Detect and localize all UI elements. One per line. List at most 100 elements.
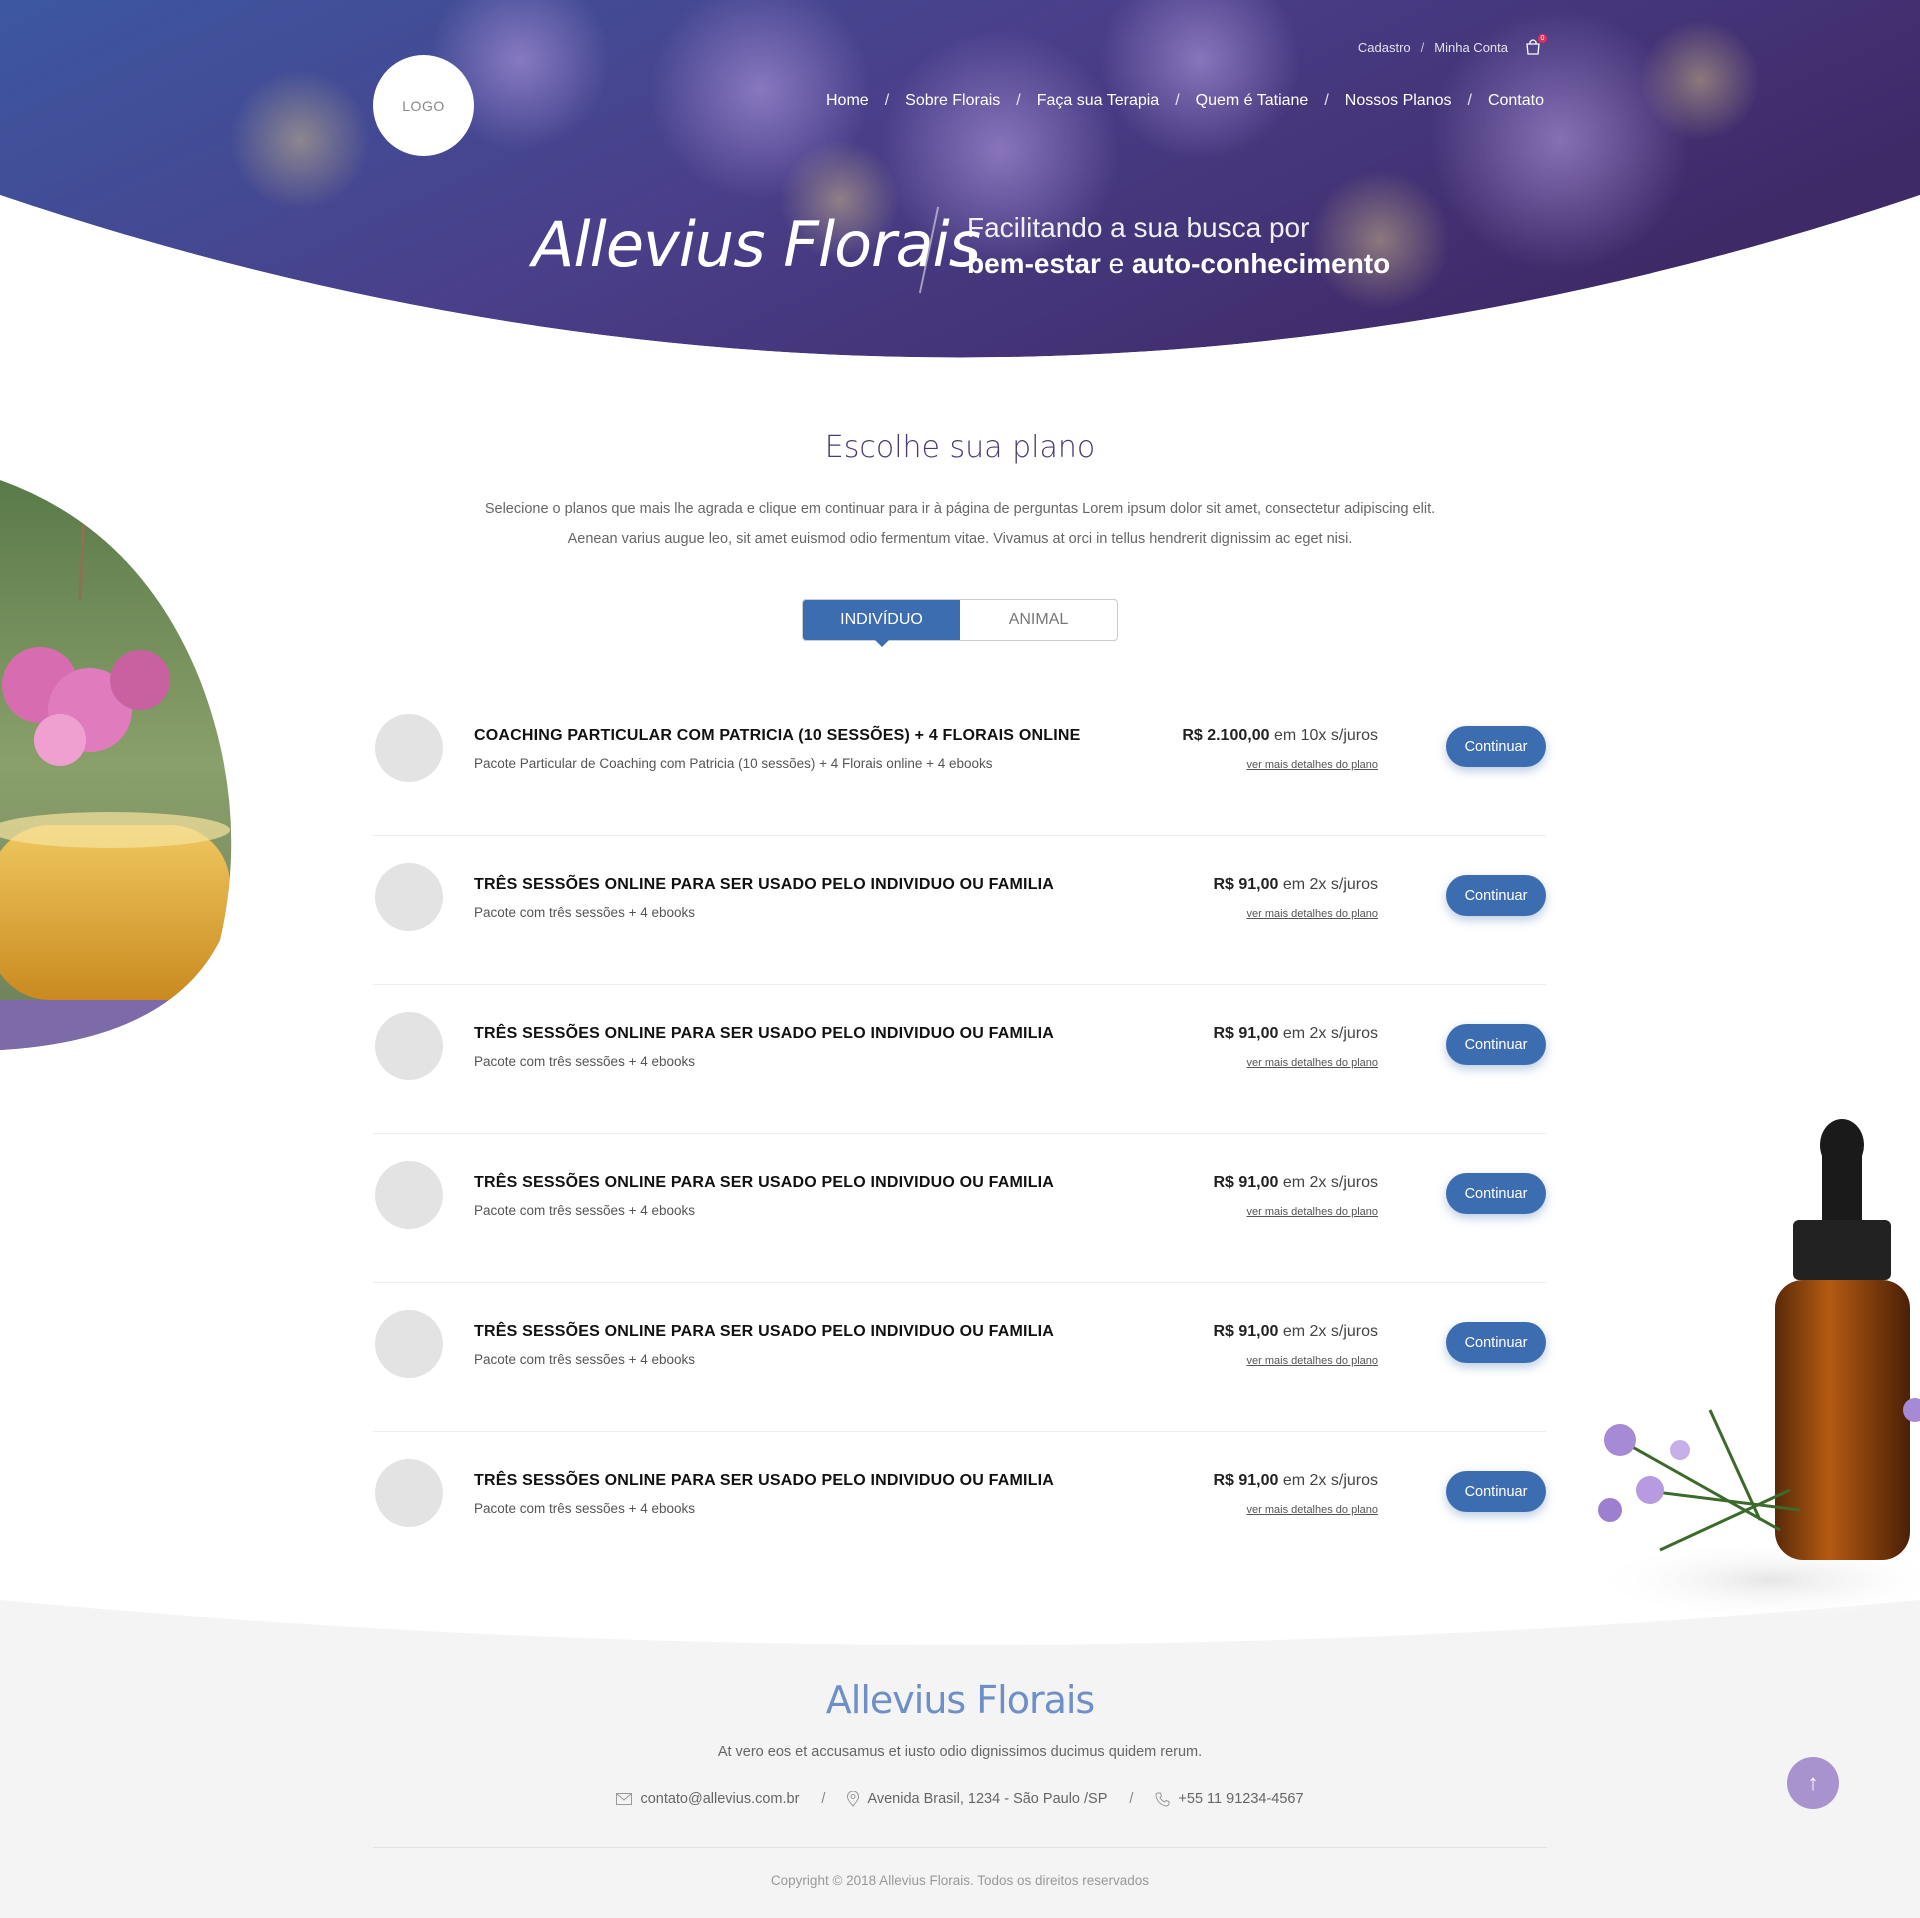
footer-phone[interactable]: +55 11 91234-4567 xyxy=(1155,1791,1304,1807)
separator: / xyxy=(1420,39,1425,55)
plan-price: R$ 91,00 em 2x s/juros xyxy=(1213,1174,1378,1192)
tagline-and: e xyxy=(1108,248,1125,279)
nav-separator: / xyxy=(1016,92,1021,109)
plan-price-terms: em 2x s/juros xyxy=(1282,1025,1378,1042)
essential-oil-bottle-image xyxy=(1590,1119,1920,1620)
plan-details-link[interactable]: ver mais detalhes do plano xyxy=(1247,1057,1378,1069)
plan-name: COACHING PARTICULAR COM PATRICIA (10 SES… xyxy=(474,727,1081,744)
nav-nossos-planos[interactable]: Nossos Planos xyxy=(1345,92,1452,110)
hero-background xyxy=(0,0,1920,372)
plan-name: TRÊS SESSÕES ONLINE PARA SER USADO PELO … xyxy=(474,876,1055,893)
plan-description: Pacote com três sessões + 4 ebooks xyxy=(474,1352,695,1367)
nav-contato[interactable]: Contato xyxy=(1488,92,1544,110)
hero-banner: LOGO Cadastro / Minha Conta 0 Home / Sob… xyxy=(0,0,1920,372)
back-to-top-button[interactable]: ↑ xyxy=(1787,1757,1839,1809)
plan-avatar xyxy=(375,1161,443,1229)
continue-button[interactable]: Continuar xyxy=(1446,1024,1546,1065)
tagline-bold1: bem-estar xyxy=(967,248,1101,279)
plan-price-terms: em 2x s/juros xyxy=(1282,876,1378,893)
hero-title: Allevius Florais xyxy=(532,208,981,281)
top-links: Cadastro / Minha Conta 0 xyxy=(1358,34,1547,56)
plan-details-link[interactable]: ver mais detalhes do plano xyxy=(1247,1504,1378,1516)
plan-price-value: R$ 91,00 xyxy=(1213,876,1279,893)
plan-row: TRÊS SESSÕES ONLINE PARA SER USADO PELO … xyxy=(373,1134,1546,1283)
plan-price-terms: em 2x s/juros xyxy=(1282,1323,1378,1340)
plan-description: Pacote com três sessões + 4 ebooks xyxy=(474,905,695,920)
footer-email[interactable]: contato@allevius.com.br xyxy=(616,1791,799,1807)
footer-address-text: Avenida Brasil, 1234 - São Paulo /SP xyxy=(867,1791,1108,1807)
footer-brand: Allevius Florais xyxy=(825,1678,1095,1722)
plan-name: TRÊS SESSÕES ONLINE PARA SER USADO PELO … xyxy=(474,1174,1055,1191)
plan-avatar xyxy=(375,714,443,782)
plan-price-value: R$ 91,00 xyxy=(1213,1472,1279,1489)
tagline-line1: Facilitando a sua busca por xyxy=(967,212,1310,243)
plan-name: TRÊS SESSÕES ONLINE PARA SER USADO PELO … xyxy=(474,1025,1055,1042)
plan-row: TRÊS SESSÕES ONLINE PARA SER USADO PELO … xyxy=(373,1283,1546,1432)
section-title: Escolhe sua plano xyxy=(824,430,1096,465)
continue-button[interactable]: Continuar xyxy=(1446,1173,1546,1214)
nav-faca-sua-terapia[interactable]: Faça sua Terapia xyxy=(1037,92,1159,110)
plan-price: R$ 91,00 em 2x s/juros xyxy=(1213,1472,1378,1490)
location-icon xyxy=(847,1791,860,1807)
plan-price-value: R$ 91,00 xyxy=(1213,1323,1279,1340)
plan-price-terms: em 2x s/juros xyxy=(1282,1174,1378,1191)
nav-separator: / xyxy=(1467,92,1472,109)
plan-name: TRÊS SESSÕES ONLINE PARA SER USADO PELO … xyxy=(474,1472,1055,1489)
plan-details-link[interactable]: ver mais detalhes do plano xyxy=(1247,1206,1378,1218)
footer-phone-text: +55 11 91234-4567 xyxy=(1178,1791,1304,1807)
plan-price: R$ 91,00 em 2x s/juros xyxy=(1213,876,1378,894)
plan-type-tabs: INDIVÍDUO ANIMAL xyxy=(802,599,1118,647)
nav-home[interactable]: Home xyxy=(826,92,869,110)
plan-row: TRÊS SESSÕES ONLINE PARA SER USADO PELO … xyxy=(373,1432,1546,1581)
plan-price-value: R$ 91,00 xyxy=(1213,1025,1279,1042)
logo[interactable]: LOGO xyxy=(373,55,474,156)
plan-description: Pacote com três sessões + 4 ebooks xyxy=(474,1501,695,1516)
nav-separator: / xyxy=(1324,92,1329,109)
continue-button[interactable]: Continuar xyxy=(1446,875,1546,916)
plan-name: TRÊS SESSÕES ONLINE PARA SER USADO PELO … xyxy=(474,1323,1055,1340)
tagline-line2: bem-estar e auto-conhecimento xyxy=(967,246,1390,282)
continue-button[interactable]: Continuar xyxy=(1446,726,1546,767)
plan-row: TRÊS SESSÕES ONLINE PARA SER USADO PELO … xyxy=(373,836,1546,985)
plan-avatar xyxy=(375,1012,443,1080)
footer-copyright: Copyright © 2018 Allevius Florais. Todos… xyxy=(770,1873,1150,1888)
continue-button[interactable]: Continuar xyxy=(1446,1322,1546,1363)
plan-price: R$ 2.100,00 em 10x s/juros xyxy=(1182,727,1378,745)
cart-count-badge: 0 xyxy=(1538,34,1547,43)
main-nav: Home / Sobre Florais / Faça sua Terapia … xyxy=(826,92,1544,110)
section-description-line1: Selecione o planos que mais lhe agrada e… xyxy=(484,501,1436,517)
phone-icon xyxy=(1155,1792,1170,1807)
register-link[interactable]: Cadastro xyxy=(1358,40,1411,55)
hero-tagline: Facilitando a sua busca por bem-estar e … xyxy=(967,210,1390,282)
footer-contact: contato@allevius.com.br / Avenida Brasil… xyxy=(0,1791,1920,1807)
mail-icon xyxy=(616,1793,633,1805)
logo-text: LOGO xyxy=(402,97,445,114)
footer-separator: / xyxy=(1129,1791,1134,1807)
plan-description: Pacote com três sessões + 4 ebooks xyxy=(474,1054,695,1069)
plan-price-value: R$ 2.100,00 xyxy=(1182,727,1270,744)
plans-list: COACHING PARTICULAR COM PATRICIA (10 SES… xyxy=(373,687,1546,1581)
footer-divider xyxy=(373,1847,1547,1848)
tab-animal[interactable]: ANIMAL xyxy=(960,600,1117,640)
nav-sobre-florais[interactable]: Sobre Florais xyxy=(905,92,1000,110)
herbal-tea-image xyxy=(0,480,232,1050)
plan-description: Pacote com três sessões + 4 ebooks xyxy=(474,1203,695,1218)
plan-details-link[interactable]: ver mais detalhes do plano xyxy=(1247,1355,1378,1367)
plan-row: COACHING PARTICULAR COM PATRICIA (10 SES… xyxy=(373,687,1546,836)
section-description: Selecione o planos que mais lhe agrada e… xyxy=(0,494,1920,554)
tagline-bold2: auto-conhecimento xyxy=(1131,248,1391,279)
tab-individuo[interactable]: INDIVÍDUO xyxy=(803,600,960,647)
section-description-line2: Aenean varius augue leo, sit amet euismo… xyxy=(567,531,1353,547)
footer-address: Avenida Brasil, 1234 - São Paulo /SP xyxy=(847,1791,1107,1807)
footer-separator: / xyxy=(821,1791,826,1807)
plan-price-terms: em 10x s/juros xyxy=(1273,727,1378,744)
nav-quem-e-tatiane[interactable]: Quem é Tatiane xyxy=(1196,92,1309,110)
plan-details-link[interactable]: ver mais detalhes do plano xyxy=(1247,908,1378,920)
continue-button[interactable]: Continuar xyxy=(1446,1471,1546,1512)
my-account-link[interactable]: Minha Conta xyxy=(1434,40,1508,55)
footer-email-text: contato@allevius.com.br xyxy=(640,1791,800,1807)
footer-text: At vero eos et accusamus et iusto odio d… xyxy=(717,1744,1203,1760)
cart-icon[interactable]: 0 xyxy=(1524,34,1547,56)
plan-price: R$ 91,00 em 2x s/juros xyxy=(1213,1323,1378,1341)
plan-details-link[interactable]: ver mais detalhes do plano xyxy=(1247,759,1378,771)
